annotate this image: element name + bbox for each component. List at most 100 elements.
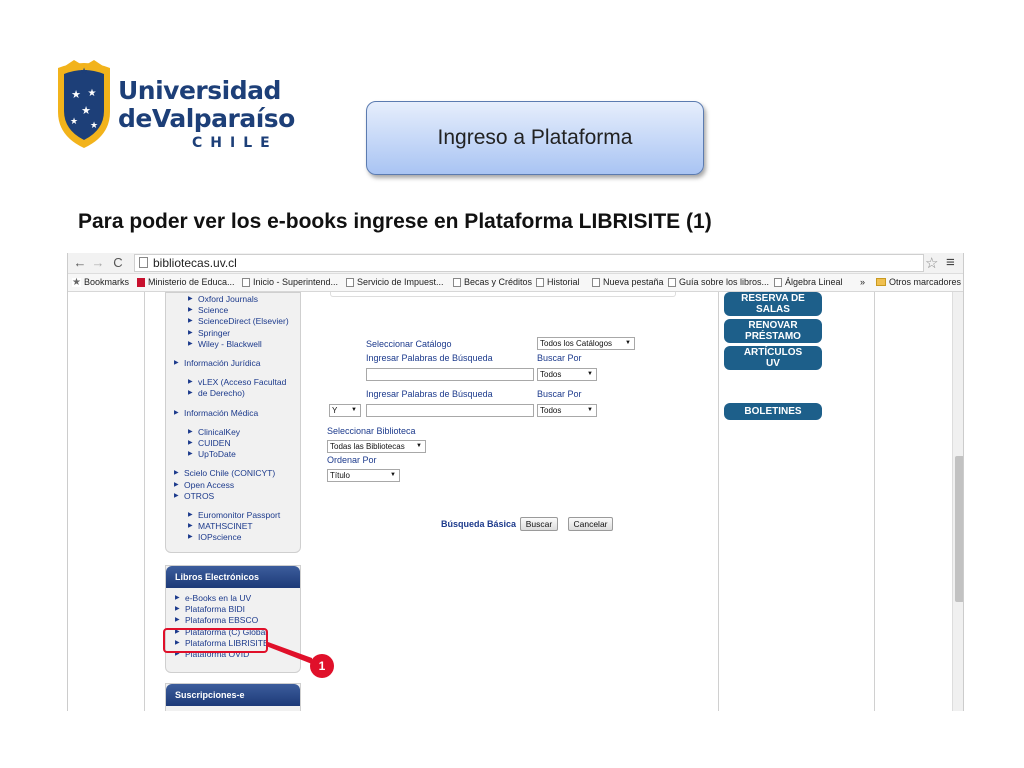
svg-text:★: ★ [88,88,97,99]
library-label: Seleccionar Biblioteca [327,426,416,436]
cancel-button[interactable]: Cancelar [568,517,613,531]
list-item[interactable]: Wiley - Blackwell [174,339,300,350]
menu-icon[interactable]: ≡ [946,254,955,271]
page-icon [774,277,782,287]
databases-list: Oxford Journals Science ScienceDirect (E… [174,294,300,544]
bookmark-item[interactable]: Ministerio de Educa... [137,277,235,287]
keywords-input-1[interactable] [366,368,534,381]
list-item[interactable]: Open Access [174,480,300,491]
page-icon [139,257,148,268]
slide-subtitle: Para poder ver los e-books ingrese en Pl… [78,210,712,233]
list-item[interactable]: OTROS [174,491,300,502]
scrollbar-thumb[interactable] [955,456,963,602]
list-item[interactable]: CUIDEN [174,438,300,449]
bookmark-item[interactable]: Becas y Créditos [453,277,532,287]
search-by-select-1[interactable]: Todos [537,368,597,381]
uv-articles-line-2: UV [766,358,780,369]
svg-text:★: ★ [90,120,98,130]
page-icon [592,277,600,287]
bookmark-item[interactable]: Nueva pestaña [592,277,664,287]
svg-text:★: ★ [71,89,81,101]
keywords-label-2: Ingresar Palabras de Búsqueda [366,389,493,399]
logo-line-3: CHILE [192,135,278,151]
search-by-select-2[interactable]: Todos [537,404,597,417]
address-url: bibliotecas.uv.cl [153,256,237,270]
bookmark-item[interactable]: Inicio - Superintend... [242,277,338,287]
renew-loan-line-1: RENOVAR [748,320,798,331]
folder-icon [876,278,886,286]
callout-marker: 1 [310,654,334,678]
list-item[interactable]: vLEX (Acceso Facultad [174,377,300,388]
list-item[interactable]: Plataforma BIDI [175,604,300,615]
bookmarks-bar: ★ Bookmarks Ministerio de Educa... Inicio… [68,274,963,292]
bookmark-star-icon[interactable]: ☆ [925,254,938,272]
address-bar[interactable]: bibliotecas.uv.cl [134,254,924,272]
list-item[interactable]: Información Jurídica [174,358,300,369]
librisite-highlight-box [163,628,268,653]
databases-panel: Oxford Journals Science ScienceDirect (E… [165,292,301,553]
keywords-input-2[interactable] [366,404,534,417]
history-icon [536,277,544,287]
page-icon [668,277,676,287]
page-scrollbar[interactable] [952,292,963,711]
library-select[interactable]: Todas las Bibliotecas [327,440,426,453]
browser-toolbar: ← → C bibliotecas.uv.cl ☆ ≡ [68,253,963,274]
basic-search-link[interactable]: Búsqueda Básica [441,519,516,529]
other-bookmarks-folder[interactable]: Otros marcadores [876,277,961,287]
list-item[interactable]: Plataforma EBSCO [175,615,300,626]
list-item[interactable]: Oxford Journals [174,294,300,305]
back-icon[interactable]: ← [72,255,88,271]
svg-text:★: ★ [70,116,78,126]
more-bookmarks-button[interactable]: » [860,277,865,287]
catalog-label: Seleccionar Catálogo [366,339,452,349]
list-item[interactable]: Euromonitor Passport [174,510,300,521]
renew-loan-button[interactable]: RENOVAR PRÉSTAMO [724,319,822,343]
search-button[interactable]: Buscar [520,517,558,531]
search-by-label-1: Buscar Por [537,353,582,363]
list-item: de Derecho) [174,388,300,399]
list-item[interactable]: Science [174,305,300,316]
list-item[interactable]: UpToDate [174,449,300,460]
forward-icon[interactable]: → [90,255,106,271]
list-item[interactable]: e-Books en la UV [175,593,300,604]
slide-title: Ingreso a Plataforma [366,101,704,175]
list-item[interactable]: ScienceDirect (Elsevier) [174,316,300,327]
list-item[interactable]: MATHSCINET [174,521,300,532]
subscriptions-panel: Suscripciones-e [165,683,301,711]
list-item[interactable]: ClinicalKey [174,427,300,438]
logo-line-1: Universidad [118,76,281,105]
order-label: Ordenar Por [327,455,377,465]
reserve-rooms-line-1: RESERVA DE [741,293,805,304]
uv-articles-button[interactable]: ARTÍCULOS UV [724,346,822,370]
ebooks-panel-title: Libros Electrónicos [166,566,300,588]
university-logo-text: Universidad deValparaíso CHILE [118,78,295,150]
uv-articles-line-1: ARTÍCULOS [743,347,803,358]
reserve-rooms-button[interactable]: RESERVA DE SALAS [724,292,822,316]
reserve-rooms-line-2: SALAS [756,304,790,315]
list-item[interactable]: IOPscience [174,532,300,543]
list-item[interactable]: Scielo Chile (CONICYT) [174,468,300,479]
keywords-label-1: Ingresar Palabras de Búsqueda [366,353,493,363]
catalog-select[interactable]: Todos los Catálogos [537,337,635,350]
list-item[interactable]: Springer [174,328,300,339]
svg-text:★: ★ [80,66,88,76]
search-by-label-2: Buscar Por [537,389,582,399]
svg-text:★: ★ [81,105,91,117]
newsletters-button[interactable]: BOLETINES [724,403,822,420]
bookmark-item[interactable]: ★ Bookmarks [72,277,129,287]
sii-icon [346,277,354,287]
list-item[interactable]: Información Médica [174,408,300,419]
flag-icon [137,277,145,287]
subscriptions-panel-title: Suscripciones-e [166,684,300,706]
reload-icon[interactable]: C [110,255,126,271]
logo-line-2: deValparaíso [118,104,295,133]
page-icon [242,277,250,287]
bookmark-item[interactable]: Álgebra Lineal [774,277,843,287]
boolean-operator-select[interactable]: Y [329,404,361,417]
ebooks-panel: Libros Electrónicos e-Books en la UV Pla… [165,565,301,673]
star-icon: ★ [72,276,81,288]
order-select[interactable]: Título [327,469,400,482]
bookmark-item[interactable]: Guía sobre los libros... [668,277,769,287]
bookmark-item[interactable]: Historial [536,277,580,287]
bookmark-item[interactable]: Servicio de Impuest... [346,277,444,287]
